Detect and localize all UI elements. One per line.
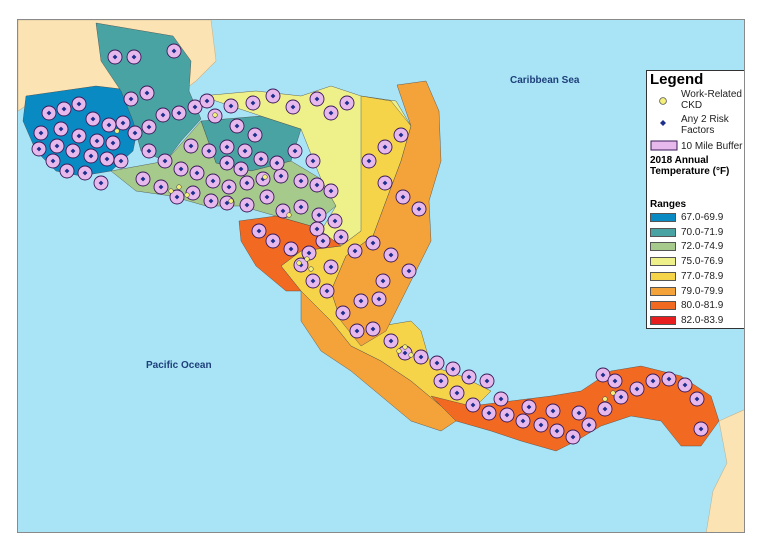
legend-buffer-label: 10 Mile Buffer: [681, 141, 743, 152]
ckd-marker: [168, 188, 174, 194]
legend-range-label: 79.0-79.9: [681, 285, 724, 297]
ckd-marker: [402, 344, 408, 350]
ckd-marker: [396, 348, 402, 354]
legend-range-label: 82.0-83.9: [681, 314, 724, 326]
ckd-marker: [308, 266, 314, 272]
ckd-marker: [262, 174, 268, 180]
ckd-marker: [408, 352, 414, 358]
legend-swatch: [650, 242, 676, 252]
pink-rectangle-icon: [650, 140, 678, 151]
map-frame: Caribbean Sea Pacific Ocean Legend Work-…: [17, 19, 745, 533]
legend-range-label: 67.0-69.9: [681, 212, 724, 223]
legend-symbols: [650, 97, 678, 151]
caribbean-sea-label: Caribbean Sea: [510, 75, 580, 86]
ckd-marker: [286, 212, 292, 218]
map-figure: Caribbean Sea Pacific Ocean Legend Work-…: [0, 0, 763, 548]
ckd-marker: [228, 198, 234, 204]
ckd-marker: [184, 192, 190, 198]
legend-swatch: [650, 257, 676, 267]
legend-range-label: 80.0-81.9: [681, 300, 724, 312]
legend-swatch: [650, 213, 676, 222]
yellow-circle-icon: [659, 97, 667, 105]
legend-risk-label: Any 2 Risk Factors: [681, 114, 729, 136]
legend-swatch: [650, 286, 676, 296]
legend-range-label: 77.0-78.9: [681, 270, 724, 282]
legend-range-label: 75.0-76.9: [681, 256, 724, 268]
ckd-marker: [304, 256, 310, 262]
ckd-marker: [212, 112, 218, 118]
legend-temperature-heading: 2018 Annual Temperature (°F): [650, 155, 730, 177]
blue-diamond-icon: [660, 120, 666, 126]
legend-swatch: [650, 227, 676, 237]
ckd-marker: [176, 184, 182, 190]
legend-swatch: [650, 315, 676, 325]
legend-swatch: [650, 271, 676, 281]
legend-ranges-heading: Ranges: [650, 199, 687, 210]
ckd-marker: [296, 260, 302, 266]
legend-range-label: 72.0-74.9: [681, 241, 724, 253]
ckd-marker: [602, 396, 608, 402]
legend: Legend Work-Related CKD Any 2 Risk Facto…: [646, 70, 744, 329]
legend-ckd-label: Work-Related CKD: [681, 89, 742, 111]
map-canvas: [18, 20, 744, 532]
pacific-ocean-label: Pacific Ocean: [146, 360, 212, 371]
legend-title: Legend: [650, 71, 704, 88]
ckd-marker: [610, 390, 616, 396]
legend-swatch: [650, 301, 676, 311]
legend-range-label: 70.0-71.9: [681, 226, 724, 238]
ckd-marker: [114, 128, 120, 134]
